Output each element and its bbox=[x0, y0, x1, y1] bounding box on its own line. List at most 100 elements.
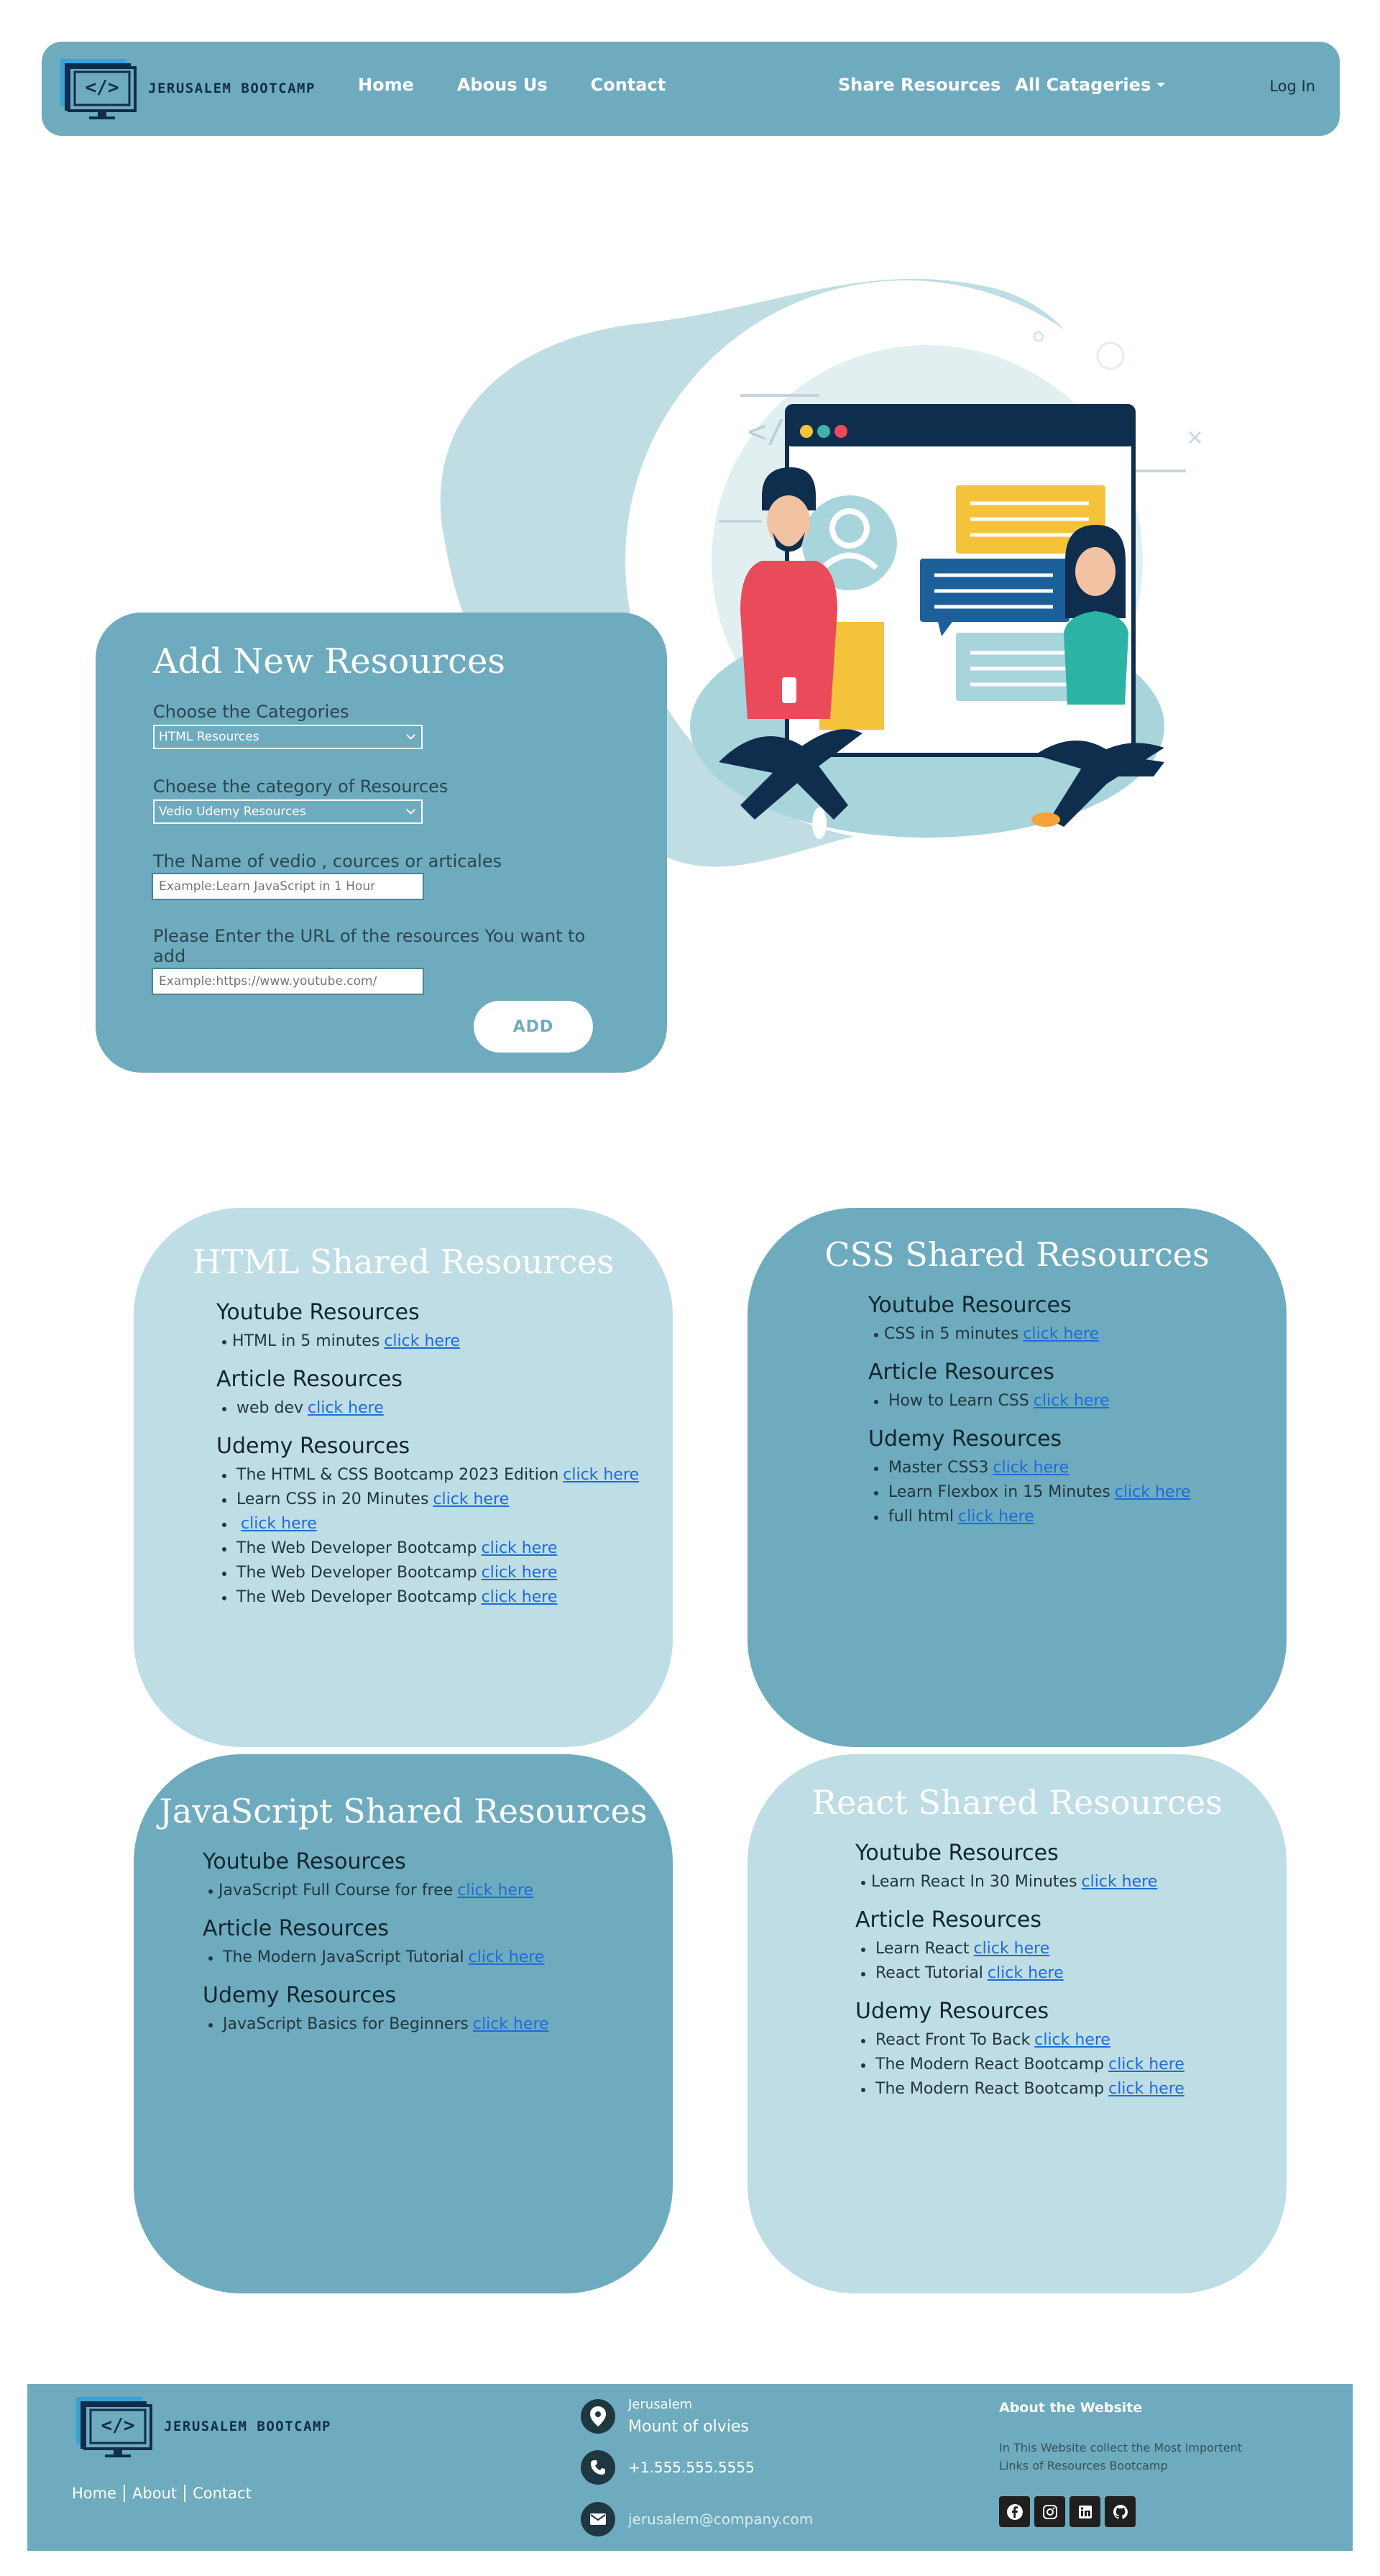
subcategory-select[interactable]: Vedio Udemy Resources bbox=[153, 799, 423, 824]
udemy-section-title: Udemy Resources bbox=[868, 1426, 1062, 1452]
udemy-section-title: Udemy Resources bbox=[855, 1999, 1049, 2024]
url-field: Please Enter the URL of the resources Yo… bbox=[152, 926, 610, 995]
resource-link[interactable]: click here bbox=[482, 1564, 558, 1582]
resource-link[interactable]: click here bbox=[433, 1490, 509, 1508]
footer-links: Home About Contact bbox=[72, 2485, 252, 2502]
list-item: The Web Developer Bootcamp click here bbox=[216, 1585, 673, 1610]
resource-link[interactable]: click here bbox=[1082, 1873, 1158, 1891]
resource-link[interactable]: click here bbox=[988, 1964, 1064, 1982]
list-item: Learn CSS in 20 Minutes click here bbox=[216, 1488, 673, 1512]
list-item: Learn Flexbox in 15 Minutes click here bbox=[868, 1480, 1287, 1505]
list-item: Learn React In 30 Minutes click here bbox=[855, 1870, 1287, 1894]
javascript-resources-card: JavaScript Shared Resources Youtube Reso… bbox=[134, 1754, 673, 2293]
resource-link[interactable]: click here bbox=[1108, 2055, 1184, 2073]
resource-link[interactable]: click here bbox=[308, 1399, 384, 1417]
html-resources-card: HTML Shared Resources Youtube Resources … bbox=[134, 1208, 673, 1747]
card-title: JavaScript Shared Resources bbox=[159, 1792, 648, 1830]
list-item: How to Learn CSS click here bbox=[868, 1389, 1287, 1413]
list-item: The Modern React Bootcamp click here bbox=[855, 2053, 1287, 2077]
article-list: web dev click here bbox=[216, 1396, 673, 1421]
footer: </> JERUSALEM BOOTCAMP Home About Contac… bbox=[27, 2384, 1353, 2551]
contact-address: Jerusalem Mount of olvies bbox=[581, 2397, 749, 2436]
resource-name-input[interactable] bbox=[152, 873, 424, 900]
chevron-down-icon bbox=[406, 730, 415, 740]
list-item: React Front To Back click here bbox=[855, 2028, 1287, 2053]
code-monitor-logo-icon: </> bbox=[60, 59, 137, 119]
list-item: The Web Developer Bootcamp click here bbox=[216, 1561, 673, 1585]
resource-link[interactable]: click here bbox=[1115, 1483, 1191, 1501]
nav-contact-link[interactable]: Contact bbox=[591, 75, 666, 95]
resource-link[interactable]: click here bbox=[1034, 2031, 1110, 2049]
resource-link[interactable]: click here bbox=[482, 1539, 558, 1557]
footer-contact-link[interactable]: Contact bbox=[193, 2485, 252, 2502]
resource-link[interactable]: click here bbox=[384, 1332, 460, 1350]
resource-url-input[interactable] bbox=[152, 968, 424, 995]
list-item: click here bbox=[216, 1512, 673, 1536]
divider bbox=[124, 2485, 126, 2502]
share-resources-link[interactable]: Share Resources bbox=[838, 75, 1000, 95]
nav-right: Share Resources All Catageries bbox=[838, 75, 1166, 95]
youtube-list: JavaScript Full Course for free click her… bbox=[203, 1879, 673, 1903]
add-button[interactable]: ADD bbox=[474, 1001, 593, 1053]
udemy-list: Master CSS3 click here Learn Flexbox in 1… bbox=[868, 1456, 1287, 1529]
resource-link[interactable]: click here bbox=[457, 1881, 533, 1899]
card-body: Youtube Resources CSS in 5 minutes click … bbox=[748, 1293, 1287, 1529]
address-line-1: Jerusalem bbox=[628, 2397, 693, 2412]
footer-about-link[interactable]: About bbox=[132, 2485, 177, 2502]
contact-email: jerusalem@company.com bbox=[581, 2502, 813, 2536]
address-line-2: Mount of olvies bbox=[628, 2418, 749, 2436]
category-label: Choose the Categories bbox=[153, 702, 349, 722]
categories-dropdown-label: All Catageries bbox=[1015, 75, 1151, 95]
card-title: CSS Shared Resources bbox=[824, 1235, 1210, 1274]
resource-link[interactable]: click here bbox=[469, 1948, 545, 1966]
name-label: The Name of vedio , cources or articales bbox=[153, 851, 502, 871]
code-monitor-logo-icon: </> bbox=[76, 2397, 152, 2457]
list-item: CSS in 5 minutes click here bbox=[868, 1322, 1287, 1347]
udemy-list: JavaScript Basics for Beginners click her… bbox=[203, 2012, 673, 2037]
nav-links: Home Abous Us Contact bbox=[358, 75, 666, 95]
resource-link[interactable]: click here bbox=[563, 1466, 639, 1484]
udemy-section-title: Udemy Resources bbox=[216, 1434, 410, 1459]
resource-link[interactable]: click here bbox=[974, 1940, 1050, 1958]
email-text[interactable]: jerusalem@company.com bbox=[628, 2511, 813, 2528]
nav-about-link[interactable]: Abous Us bbox=[457, 75, 548, 95]
resource-link[interactable]: click here bbox=[993, 1459, 1069, 1477]
resource-link[interactable]: click here bbox=[241, 1515, 317, 1533]
list-item: The Modern React Bootcamp click here bbox=[855, 2077, 1287, 2101]
instagram-icon[interactable] bbox=[1034, 2496, 1065, 2527]
resource-link[interactable]: click here bbox=[473, 2015, 549, 2033]
resource-link[interactable]: click here bbox=[958, 1508, 1034, 1526]
svg-text:</>: </> bbox=[101, 2415, 135, 2437]
category-field: Choose the Categories HTML Resources bbox=[153, 702, 610, 749]
css-resources-card: CSS Shared Resources Youtube Resources C… bbox=[748, 1208, 1287, 1747]
nav-home-link[interactable]: Home bbox=[358, 75, 414, 95]
map-marker-icon bbox=[581, 2399, 615, 2434]
caret-down-icon bbox=[1156, 83, 1166, 87]
list-item: React Tutorial click here bbox=[855, 1961, 1287, 1986]
resource-link[interactable]: click here bbox=[1023, 1325, 1099, 1343]
brand[interactable]: </> JERUSALEM BOOTCAMP bbox=[58, 56, 316, 121]
phone-text: +1.555.555.5555 bbox=[628, 2459, 755, 2476]
card-body: Youtube Resources Learn React In 30 Minu… bbox=[748, 1841, 1287, 2101]
footer-home-link[interactable]: Home bbox=[72, 2485, 116, 2502]
svg-text:</>: </> bbox=[86, 77, 119, 98]
resource-link[interactable]: click here bbox=[1034, 1392, 1110, 1410]
facebook-icon[interactable] bbox=[999, 2496, 1030, 2527]
login-link[interactable]: Log In bbox=[1269, 78, 1315, 95]
list-item: The Web Developer Bootcamp click here bbox=[216, 1536, 673, 1561]
list-item: JavaScript Basics for Beginners click her… bbox=[203, 2012, 673, 2037]
resource-link[interactable]: click here bbox=[1108, 2080, 1184, 2098]
subcategory-select-value: Vedio Udemy Resources bbox=[159, 805, 306, 819]
list-item: Master CSS3 click here bbox=[868, 1456, 1287, 1480]
list-item: web dev click here bbox=[216, 1396, 673, 1421]
article-list: How to Learn CSS click here bbox=[868, 1389, 1287, 1413]
card-body: Youtube Resources JavaScript Full Course… bbox=[134, 1849, 673, 2037]
category-select[interactable]: HTML Resources bbox=[153, 725, 423, 749]
list-item: The HTML & CSS Bootcamp 2023 Edition clic… bbox=[216, 1463, 673, 1488]
footer-brand[interactable]: </> JERUSALEM BOOTCAMP bbox=[73, 2394, 331, 2459]
github-icon[interactable] bbox=[1105, 2496, 1136, 2527]
linkedin-icon[interactable] bbox=[1070, 2496, 1100, 2527]
categories-dropdown[interactable]: All Catageries bbox=[1015, 75, 1166, 95]
resource-link[interactable]: click here bbox=[482, 1588, 558, 1606]
youtube-section-title: Youtube Resources bbox=[868, 1293, 1072, 1318]
